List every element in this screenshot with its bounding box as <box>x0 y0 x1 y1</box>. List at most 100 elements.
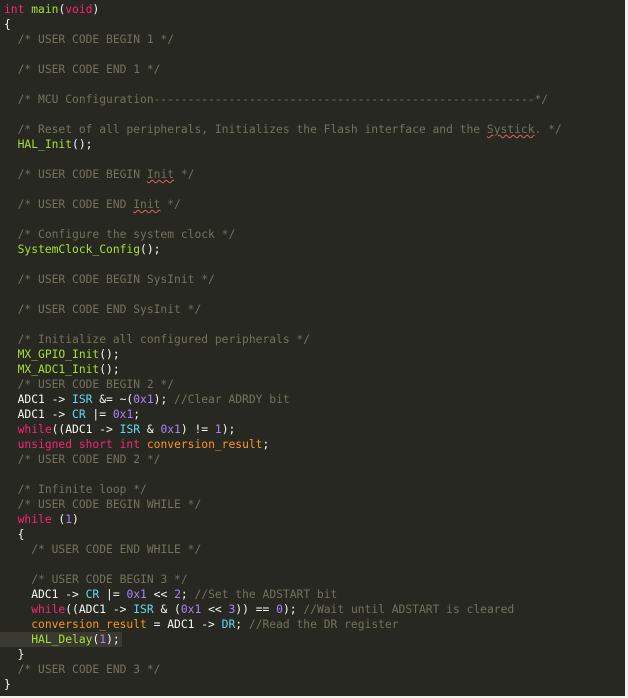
code-token: ((ADC1 -> <box>51 423 120 436</box>
code-line[interactable]: conversion_result = ADC1 -> DR; //Read t… <box>0 617 628 632</box>
code-token-number: 2 <box>174 588 181 601</box>
code-line[interactable]: /* USER CODE BEGIN Init */ <box>0 167 628 182</box>
code-line[interactable]: /* Infinite loop */ <box>0 482 628 497</box>
code-line[interactable]: { <box>0 527 628 542</box>
code-line[interactable] <box>0 47 628 62</box>
code-token: ) <box>72 513 79 526</box>
spellcheck-squiggle: Init <box>146 168 175 181</box>
code-line[interactable]: { <box>0 17 628 32</box>
code-token-keyword: while <box>17 513 52 526</box>
code-line[interactable]: /* USER CODE BEGIN 1 */ <box>0 32 628 47</box>
code-token-comment: /* Configure the system clock */ <box>17 228 236 241</box>
code-token-comment: /* USER CODE BEGIN 3 */ <box>31 573 188 586</box>
code-token: |= <box>99 588 127 601</box>
code-line[interactable] <box>0 107 628 122</box>
code-token: << <box>201 603 229 616</box>
code-line[interactable] <box>0 182 628 197</box>
code-token: ; <box>133 408 141 421</box>
code-line[interactable]: ADC1 -> ISR &= ~(0x1); //Clear ADRDY bit <box>0 392 628 407</box>
code-line[interactable]: /* USER CODE BEGIN 2 */ <box>0 377 628 392</box>
code-token-comment: /* USER CODE END 2 */ <box>17 453 161 466</box>
code-token-number: 0x1 <box>126 588 147 601</box>
code-line[interactable] <box>0 257 628 272</box>
code-line[interactable] <box>0 557 628 572</box>
code-line[interactable]: unsigned short int conversion_result; <box>0 437 628 452</box>
code-token-function: main <box>31 3 59 16</box>
code-line[interactable]: ADC1 -> CR |= 0x1 << 2; //Set the ADSTAR… <box>0 587 628 602</box>
code-line[interactable]: /* Configure the system clock */ <box>0 227 628 242</box>
code-token-function: MX_ADC1_Init <box>17 363 100 376</box>
code-line[interactable]: /* USER CODE END WHILE */ <box>0 542 628 557</box>
code-token: } <box>4 648 25 661</box>
code-line[interactable]: /* USER CODE END 1 */ <box>0 62 628 77</box>
code-token-function: MX_GPIO_Init <box>17 348 100 361</box>
code-line[interactable]: /* USER CODE END Init */ <box>0 197 628 212</box>
code-token-number: 0x1 <box>180 603 202 616</box>
code-token-member: ISR <box>119 423 141 436</box>
code-line[interactable]: } <box>0 677 628 692</box>
spellcheck-squiggle: Init <box>133 198 161 211</box>
code-line[interactable] <box>0 467 628 482</box>
code-line[interactable]: while (1) <box>0 512 628 527</box>
code-token-comment: /* USER CODE BEGIN SysInit */ <box>17 273 215 286</box>
code-token-comment: /* USER CODE END WHILE */ <box>31 543 202 556</box>
code-line[interactable] <box>0 317 628 332</box>
code-token: ADC1 -> <box>4 408 73 421</box>
spellcheck-squiggle: Systick <box>486 123 535 136</box>
code-line[interactable]: MX_GPIO_Init(); <box>0 347 628 362</box>
code-token: ((ADC1 -> <box>65 603 134 616</box>
code-line[interactable] <box>0 287 628 302</box>
code-token-variable: conversion_result <box>31 618 147 631</box>
code-line[interactable]: int main(void) <box>0 2 628 17</box>
code-token: { <box>4 528 25 541</box>
code-token-comment: /* Reset of all peripherals, Initializes… <box>17 123 487 136</box>
code-token-comment: . */ <box>534 123 562 136</box>
code-token-comment: /* USER CODE BEGIN 1 */ <box>17 33 175 46</box>
code-line[interactable]: /* USER CODE END SysInit */ <box>0 302 628 317</box>
code-line[interactable]: ADC1 -> CR |= 0x1; <box>0 407 628 422</box>
code-line[interactable] <box>0 77 628 92</box>
code-token: ); <box>153 393 175 406</box>
code-line[interactable]: } <box>0 647 628 662</box>
code-line[interactable] <box>0 152 628 167</box>
code-editor[interactable]: int main(void){ /* USER CODE BEGIN 1 */ … <box>0 0 628 698</box>
code-line[interactable]: MX_ADC1_Init(); <box>0 362 628 377</box>
code-token-member: DR <box>221 618 236 631</box>
code-line-current[interactable]: HAL_Delay(1); <box>0 632 122 647</box>
code-line[interactable]: /* USER CODE END 2 */ <box>0 452 628 467</box>
code-area[interactable]: int main(void){ /* USER CODE BEGIN 1 */ … <box>0 2 628 692</box>
code-token-variable: conversion_result <box>146 438 263 451</box>
code-token: ) <box>92 3 100 16</box>
code-token: ; <box>180 588 195 601</box>
code-line[interactable]: /* USER CODE BEGIN WHILE */ <box>0 497 628 512</box>
code-line[interactable]: /* USER CODE END 3 */ <box>0 662 628 677</box>
code-line[interactable]: HAL_Init(); <box>0 137 628 152</box>
code-line[interactable]: /* MCU Configuration--------------------… <box>0 92 628 107</box>
code-token-comment: /* USER CODE BEGIN <box>17 168 147 181</box>
code-line[interactable]: /* USER CODE BEGIN SysInit */ <box>0 272 628 287</box>
code-line[interactable] <box>0 212 628 227</box>
code-line[interactable]: /* Initialize all configured peripherals… <box>0 332 628 347</box>
code-token: (); <box>140 243 161 256</box>
code-token: ); <box>282 603 304 616</box>
code-token: & <box>140 423 161 436</box>
code-token-function: SystemClock_Config <box>17 243 141 256</box>
code-line[interactable]: /* USER CODE BEGIN 3 */ <box>0 572 628 587</box>
code-line[interactable]: SystemClock_Config(); <box>0 242 628 257</box>
code-line[interactable]: while((ADC1 -> ISR & 0x1) != 1); <box>0 422 628 437</box>
code-token-function: HAL_Init <box>17 138 73 151</box>
code-line[interactable]: while((ADC1 -> ISR & (0x1 << 3)) == 0); … <box>0 602 628 617</box>
code-line[interactable]: /* Reset of all peripherals, Initializes… <box>0 122 628 137</box>
